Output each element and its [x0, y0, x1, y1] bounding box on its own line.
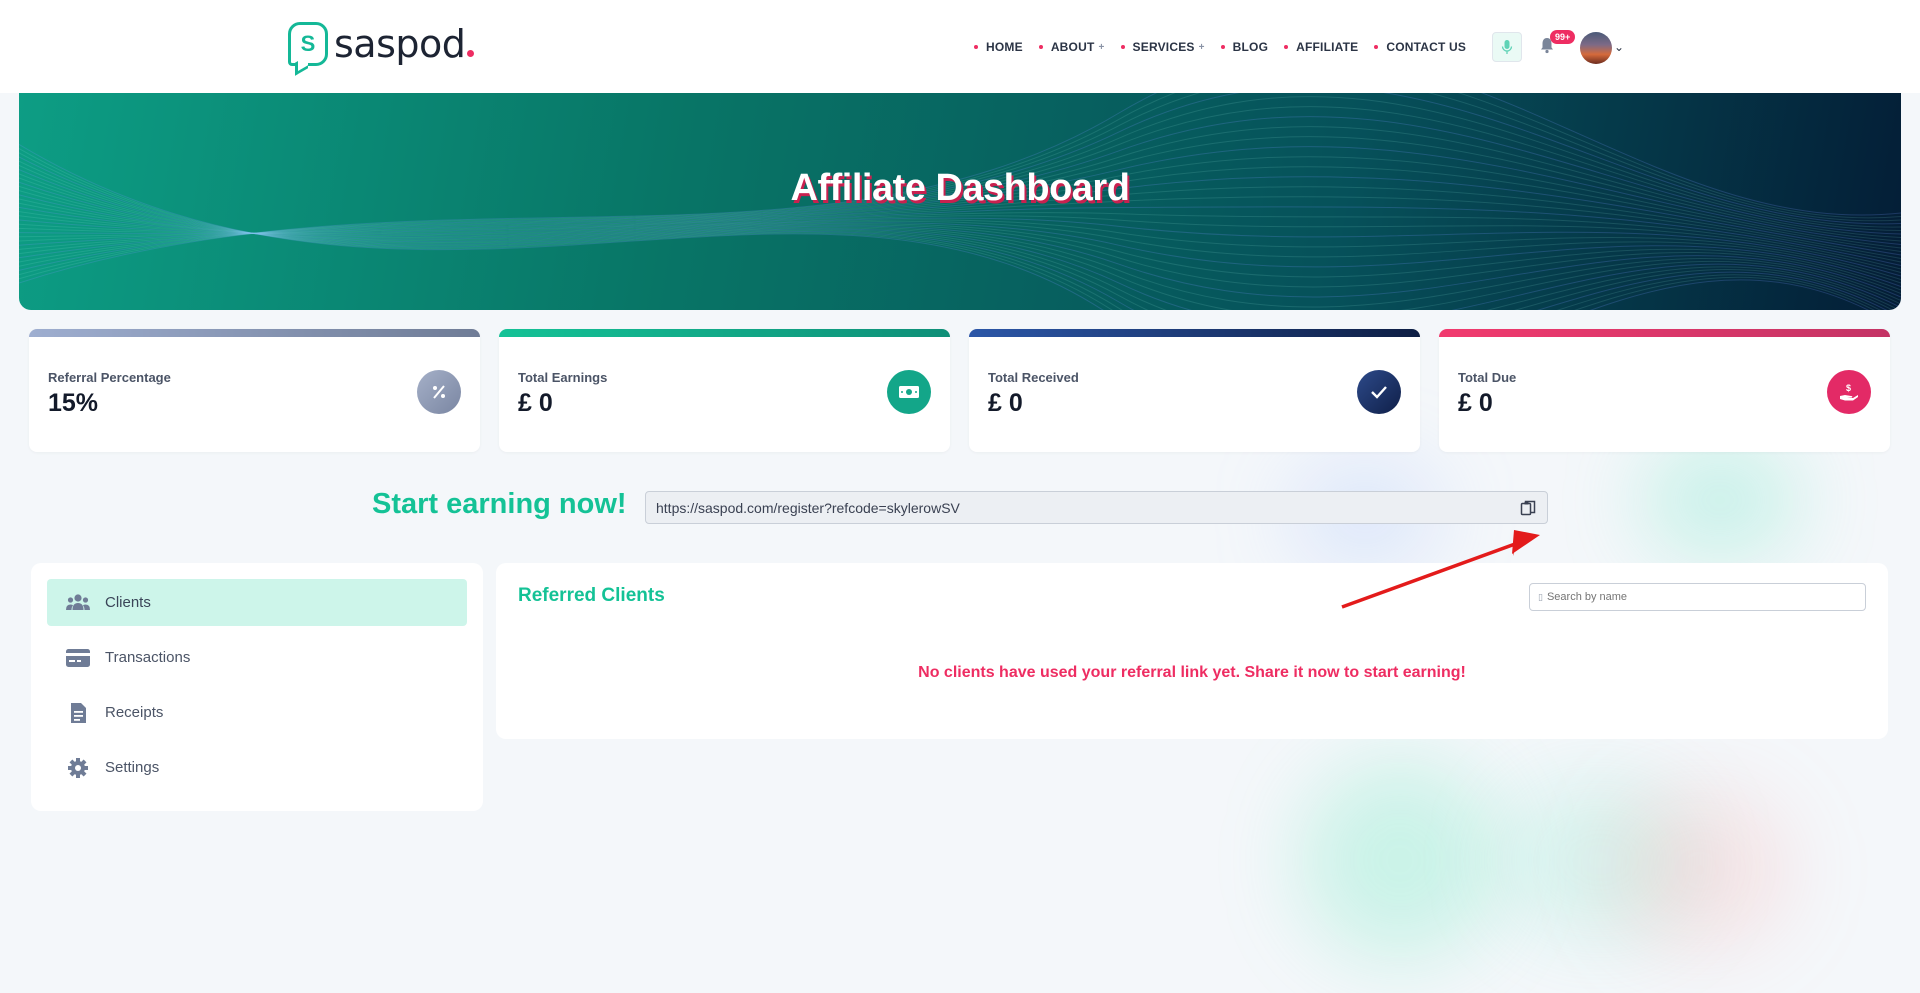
header: S saspod HOME ABOUT + SERVICES + BLOG AFFI… — [0, 0, 1920, 93]
notification-badge: 99+ — [1550, 30, 1576, 44]
svg-text:$: $ — [1846, 383, 1851, 393]
referred-clients-panel: Referred Clients ▯ No clients have used … — [496, 563, 1888, 739]
nav-affiliate[interactable]: AFFILIATE — [1284, 40, 1358, 54]
stat-card-total-due: Total Due £ 0 $ — [1439, 329, 1890, 452]
sidebar-item-settings[interactable]: Settings — [47, 744, 467, 791]
money-icon — [887, 370, 931, 414]
stat-label: Total Earnings — [518, 370, 608, 385]
nav-about[interactable]: ABOUT + — [1038, 40, 1105, 54]
users-icon — [63, 592, 93, 614]
percent-icon — [417, 370, 461, 414]
microphone-button[interactable] — [1492, 32, 1522, 62]
credit-card-icon — [63, 647, 93, 669]
sidebar-item-clients[interactable]: Clients — [47, 579, 467, 626]
stat-label: Total Received — [988, 370, 1079, 385]
sidebar-item-label: Clients — [105, 594, 151, 611]
logo-mark-icon: S — [288, 22, 328, 66]
microphone-icon — [1501, 40, 1513, 54]
stat-label: Total Due — [1458, 370, 1517, 385]
check-icon — [1357, 370, 1401, 414]
logo[interactable]: S saspod — [288, 22, 475, 66]
sidebar-item-transactions[interactable]: Transactions — [47, 634, 467, 681]
stat-card-total-received: Total Received £ 0 — [969, 329, 1420, 452]
stat-card-total-earnings: Total Earnings £ 0 — [499, 329, 950, 452]
nav-contact-us[interactable]: CONTACT US — [1374, 40, 1466, 54]
nav-home[interactable]: HOME — [974, 40, 1023, 54]
gear-icon — [63, 757, 93, 779]
annotation-arrow — [1341, 530, 1540, 609]
logo-dot — [467, 49, 475, 57]
nav-blog[interactable]: BLOG — [1220, 40, 1268, 54]
sidebar-item-receipts[interactable]: Receipts — [47, 689, 467, 736]
search-box: ▯ — [1529, 583, 1866, 611]
page-title: Affiliate Dashboard — [790, 167, 1130, 209]
referral-link-input[interactable] — [646, 492, 1547, 523]
sidebar-item-label: Settings — [105, 759, 160, 776]
panel-title: Referred Clients — [518, 585, 665, 606]
search-input[interactable] — [1546, 591, 1847, 603]
hero-banner: Affiliate Dashboard — [19, 93, 1901, 310]
stat-value: £ 0 — [518, 389, 553, 417]
plus-icon: + — [1198, 41, 1205, 53]
stat-value: £ 0 — [988, 389, 1023, 417]
stat-value: £ 0 — [1458, 389, 1493, 417]
sidebar: Clients Transactions Receipts Settings — [31, 563, 483, 811]
main-nav: HOME ABOUT + SERVICES + BLOG AFFILIATE CON… — [974, 40, 1466, 54]
stat-value: 15% — [48, 389, 99, 417]
avatar[interactable] — [1580, 32, 1612, 64]
stat-label: Referral Percentage — [48, 370, 171, 385]
receipt-icon — [63, 702, 93, 724]
empty-state-message: No clients have used your referral link … — [918, 664, 1466, 681]
logo-text: saspod — [334, 22, 466, 66]
sidebar-item-label: Receipts — [105, 704, 164, 721]
start-earning-title: Start earning now! — [372, 488, 627, 520]
stats-row: Referral Percentage 15% Total Earnings £… — [29, 329, 1890, 452]
copy-icon[interactable] — [1519, 499, 1537, 517]
sidebar-item-label: Transactions — [105, 649, 191, 666]
plus-icon: + — [1098, 41, 1105, 53]
stat-card-referral-percentage: Referral Percentage 15% — [29, 329, 480, 452]
hand-money-icon: $ — [1827, 370, 1871, 414]
nav-services[interactable]: SERVICES + — [1120, 40, 1205, 54]
chevron-down-icon[interactable]: ⌄ — [1614, 40, 1624, 54]
